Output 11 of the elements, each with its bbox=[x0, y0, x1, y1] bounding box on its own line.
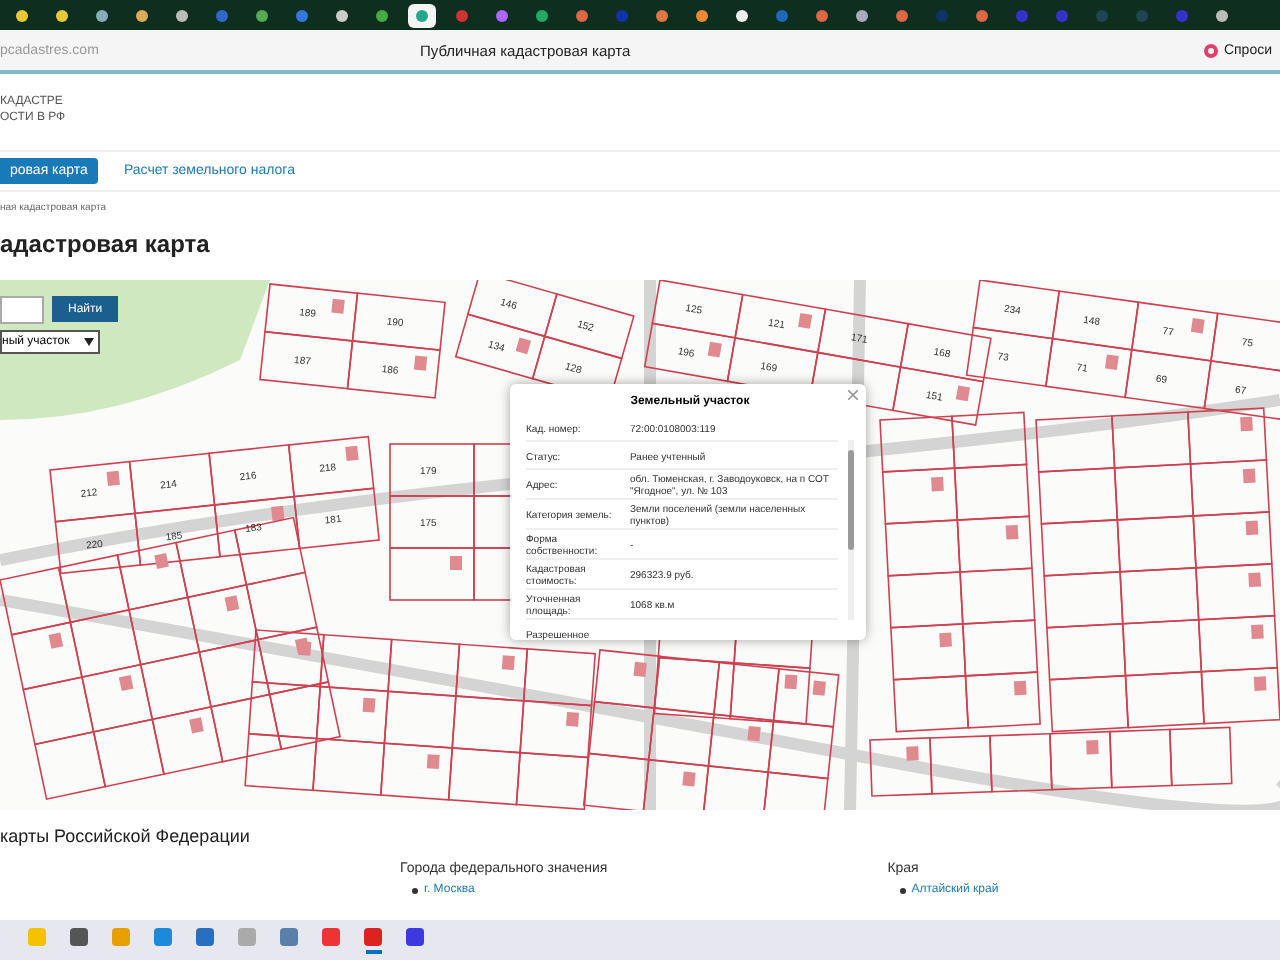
section-title: карты Российской Федерации bbox=[0, 826, 252, 846]
scrollbar[interactable] bbox=[848, 440, 854, 620]
taskbar-app-icon[interactable] bbox=[360, 922, 386, 958]
page-heading: адастровая карта bbox=[0, 230, 212, 258]
caret-icon bbox=[84, 338, 94, 346]
bullet-icon bbox=[412, 887, 418, 893]
bullet-icon bbox=[899, 887, 906, 893]
ring-icon bbox=[1203, 43, 1218, 57]
browser-tab[interactable] bbox=[408, 3, 436, 27]
search-field[interactable] bbox=[0, 296, 44, 324]
close-icon[interactable] bbox=[848, 390, 858, 400]
